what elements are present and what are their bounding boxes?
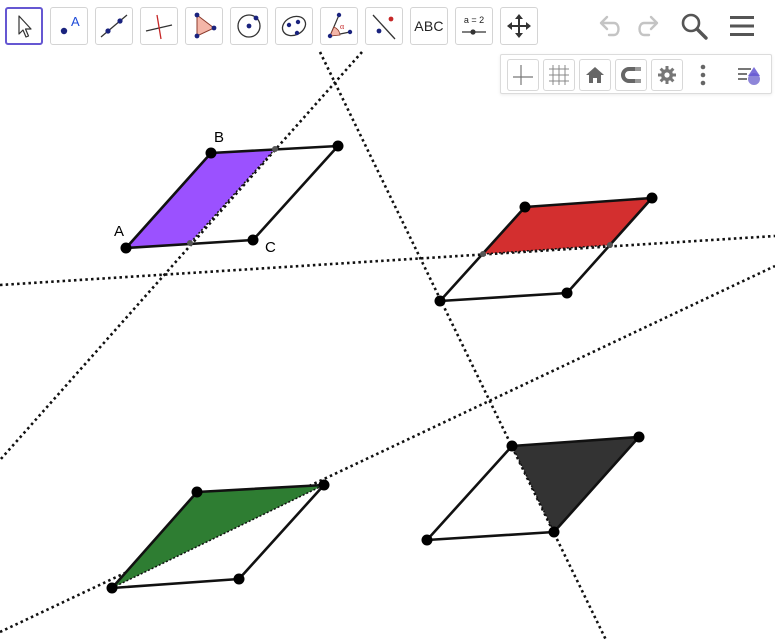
intersection-point[interactable]	[607, 242, 613, 248]
point[interactable]	[519, 201, 531, 213]
axes-toggle-button[interactable]	[507, 59, 539, 91]
graphics-view[interactable]: A B C	[0, 0, 775, 640]
dotted-lines	[0, 51, 775, 640]
dotted-line-2	[318, 51, 608, 640]
point[interactable]	[646, 192, 658, 204]
home-button[interactable]	[579, 59, 611, 91]
parallelogram-red[interactable]	[438, 196, 654, 303]
more-icon	[700, 64, 706, 86]
grid-icon	[549, 65, 569, 85]
settings-button[interactable]	[651, 59, 683, 91]
point-c[interactable]	[247, 234, 259, 246]
parallelogram-dark[interactable]	[425, 435, 641, 542]
point[interactable]	[233, 573, 245, 585]
intersection-point[interactable]	[187, 240, 193, 246]
point[interactable]	[506, 440, 518, 452]
parallelogram-green[interactable]	[110, 483, 326, 590]
parallelogram-abc[interactable]	[124, 144, 340, 250]
home-icon	[586, 67, 604, 83]
point[interactable]	[561, 287, 573, 299]
point-d[interactable]	[332, 140, 344, 152]
snap-toggle-button[interactable]	[615, 59, 647, 91]
dotted-line-1	[0, 51, 363, 461]
point-a-label: A	[114, 223, 124, 240]
axes-icon	[513, 65, 533, 85]
dotted-line-3	[0, 234, 775, 287]
intersection-point[interactable]	[272, 146, 278, 152]
point[interactable]	[106, 582, 118, 594]
point[interactable]	[191, 486, 203, 498]
point[interactable]	[633, 431, 645, 443]
dotted-line-4	[0, 264, 775, 634]
view-toggle-icon	[738, 67, 760, 85]
grid-toggle-button[interactable]	[543, 59, 575, 91]
point-b[interactable]	[205, 147, 217, 159]
point[interactable]	[318, 479, 330, 491]
view-toggle-button[interactable]	[733, 59, 765, 91]
point-a[interactable]	[120, 242, 132, 254]
point[interactable]	[548, 526, 560, 538]
point-b-label: B	[214, 129, 224, 146]
point-c-label: C	[265, 239, 276, 256]
intersection-point[interactable]	[480, 251, 486, 257]
point[interactable]	[434, 295, 446, 307]
point[interactable]	[421, 534, 433, 546]
style-bar	[500, 54, 772, 94]
settings-icon	[658, 66, 676, 84]
snap-icon	[621, 67, 641, 83]
more-options-button[interactable]	[687, 59, 719, 91]
